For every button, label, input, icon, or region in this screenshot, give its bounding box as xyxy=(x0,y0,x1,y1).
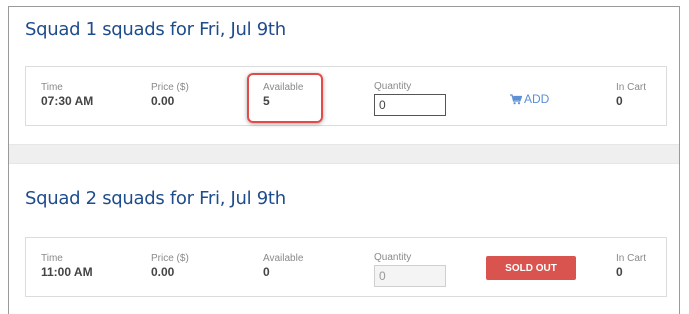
in-cart-label: In Cart xyxy=(616,253,647,264)
quantity-column: Quantity xyxy=(374,252,446,287)
time-value: 07:30 AM xyxy=(41,94,94,108)
in-cart-column: In Cart 0 xyxy=(616,253,646,279)
quantity-input-disabled xyxy=(374,265,446,287)
price-value: 0.00 xyxy=(151,94,175,108)
in-cart-column: In Cart 0 xyxy=(616,82,646,108)
available-label: Available xyxy=(263,253,304,264)
quantity-column: Quantity xyxy=(374,81,446,116)
squad-1-slot-row: Time 07:30 AM Price ($) 0.00 Available 5… xyxy=(25,66,667,126)
in-cart-value: 0 xyxy=(616,265,623,279)
time-column: Time 11:00 AM xyxy=(41,253,93,279)
time-column: Time 07:30 AM xyxy=(41,82,93,108)
time-label: Time xyxy=(41,82,63,93)
squad-2-slot-row: Time 11:00 AM Price ($) 0.00 Available 0… xyxy=(25,237,667,297)
price-column: Price ($) 0.00 xyxy=(151,82,189,108)
quantity-label: Quantity xyxy=(374,252,412,263)
price-label: Price ($) xyxy=(151,82,189,93)
squads-panel: Squad 1 squads for Fri, Jul 9th Time 07:… xyxy=(8,6,680,314)
cart-icon xyxy=(510,93,522,105)
in-cart-label: In Cart xyxy=(616,82,647,93)
quantity-input[interactable] xyxy=(374,94,446,116)
available-column: Available 0 xyxy=(263,253,303,279)
add-button-label: ADD xyxy=(524,92,550,106)
available-value: 0 xyxy=(263,265,270,279)
quantity-label: Quantity xyxy=(374,81,412,92)
price-column: Price ($) 0.00 xyxy=(151,253,189,279)
available-highlight-box xyxy=(247,73,323,123)
time-label: Time xyxy=(41,253,63,264)
in-cart-value: 0 xyxy=(616,94,623,108)
add-to-cart-button[interactable]: ADD xyxy=(510,92,549,106)
section-separator xyxy=(9,144,679,164)
squad-1-title: Squad 1 squads for Fri, Jul 9th xyxy=(25,19,286,40)
price-value: 0.00 xyxy=(151,265,175,279)
sold-out-badge: SOLD OUT xyxy=(486,256,576,280)
time-value: 11:00 AM xyxy=(41,265,93,279)
squad-2-title: Squad 2 squads for Fri, Jul 9th xyxy=(25,188,286,209)
price-label: Price ($) xyxy=(151,253,189,264)
